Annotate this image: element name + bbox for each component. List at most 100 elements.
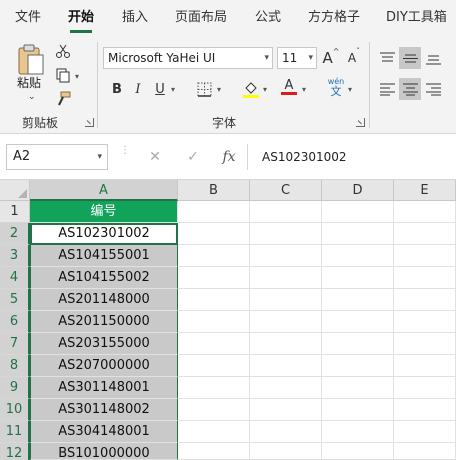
phonetic-dropdown-icon[interactable]: ▾ [348, 85, 352, 94]
table-cell[interactable]: BS101000000 [30, 443, 178, 460]
empty-cell[interactable] [394, 267, 456, 289]
empty-cell[interactable] [250, 289, 322, 311]
name-box[interactable]: A2 ▾ [6, 144, 108, 170]
row-header[interactable]: 6 [0, 311, 30, 333]
table-cell[interactable]: AS203155000 [30, 333, 178, 355]
table-cell[interactable]: AS104155002 [30, 267, 178, 289]
empty-cell[interactable] [394, 377, 456, 399]
phonetic-button[interactable]: wén 文 [325, 76, 347, 98]
empty-cell[interactable] [250, 355, 322, 377]
table-cell[interactable]: AS104155001 [30, 245, 178, 267]
borders-dropdown-icon[interactable]: ▾ [217, 85, 221, 94]
align-bottom-button[interactable] [422, 47, 444, 69]
row-header[interactable]: 12 [0, 443, 30, 460]
empty-cell[interactable] [394, 443, 456, 460]
borders-button[interactable] [193, 78, 215, 100]
tab-home[interactable]: 开始 [68, 0, 94, 36]
empty-cell[interactable] [394, 201, 456, 223]
empty-cell[interactable] [250, 399, 322, 421]
empty-cell[interactable] [394, 421, 456, 443]
column-header-b[interactable]: B [178, 180, 250, 201]
row-header[interactable]: 2 [0, 223, 30, 245]
cut-button[interactable] [52, 40, 74, 62]
row-header[interactable]: 9 [0, 377, 30, 399]
font-color-button[interactable]: A [278, 76, 300, 98]
table-cell[interactable]: AS301148002 [30, 399, 178, 421]
tab-insert[interactable]: 插入 [122, 0, 148, 36]
row-header[interactable]: 10 [0, 399, 30, 421]
empty-cell[interactable] [178, 245, 250, 267]
align-center-button[interactable] [399, 78, 421, 100]
table-cell[interactable]: AS201150000 [30, 311, 178, 333]
font-size-select[interactable]: 11 ▾ [277, 47, 317, 69]
row-header[interactable]: 11 [0, 421, 30, 443]
empty-cell[interactable] [322, 443, 394, 460]
italic-button[interactable]: I [127, 78, 149, 100]
empty-cell[interactable] [394, 311, 456, 333]
empty-cell[interactable] [394, 245, 456, 267]
align-right-button[interactable] [422, 78, 444, 100]
empty-cell[interactable] [178, 377, 250, 399]
column-header-a[interactable]: A [30, 180, 178, 201]
empty-cell[interactable] [250, 201, 322, 223]
column-header-e[interactable]: E [394, 180, 456, 201]
empty-cell[interactable] [178, 333, 250, 355]
cancel-entry-button[interactable]: ✕ [142, 144, 168, 170]
shrink-font-button[interactable]: Aˇ [343, 47, 365, 69]
column-header-c[interactable]: C [250, 180, 322, 201]
row-header[interactable]: 7 [0, 333, 30, 355]
empty-cell[interactable] [250, 267, 322, 289]
tab-diy-toolbox[interactable]: DIY工具箱 [386, 0, 447, 36]
empty-cell[interactable] [250, 443, 322, 460]
copy-dropdown-icon[interactable]: ▾ [75, 72, 79, 81]
empty-cell[interactable] [250, 377, 322, 399]
copy-button[interactable] [52, 64, 74, 86]
select-all-button[interactable] [0, 180, 30, 201]
formula-bar-grip-icon[interactable]: ⋮ [120, 146, 130, 156]
formula-input[interactable]: AS102301002 [262, 144, 347, 170]
table-cell[interactable]: AS301148001 [30, 377, 178, 399]
empty-cell[interactable] [322, 289, 394, 311]
tab-file[interactable]: 文件 [15, 0, 41, 36]
empty-cell[interactable] [250, 223, 322, 245]
tab-formulas[interactable]: 公式 [255, 0, 281, 36]
empty-cell[interactable] [394, 223, 456, 245]
tab-page-layout[interactable]: 页面布局 [175, 0, 227, 36]
active-cell[interactable]: AS102301002 [30, 223, 178, 245]
table-cell[interactable]: AS201148000 [30, 289, 178, 311]
underline-dropdown-icon[interactable]: ▾ [171, 85, 175, 94]
row-header[interactable]: 1 [0, 201, 30, 223]
empty-cell[interactable] [322, 355, 394, 377]
empty-cell[interactable] [178, 421, 250, 443]
fill-color-button[interactable] [240, 78, 262, 100]
row-header[interactable]: 5 [0, 289, 30, 311]
align-middle-button[interactable] [399, 47, 421, 69]
empty-cell[interactable] [178, 399, 250, 421]
empty-cell[interactable] [178, 289, 250, 311]
grow-font-button[interactable]: A ^ [320, 47, 342, 69]
empty-cell[interactable] [322, 267, 394, 289]
insert-function-button[interactable]: fx [216, 144, 242, 170]
empty-cell[interactable] [394, 333, 456, 355]
table-cell[interactable]: AS207000000 [30, 355, 178, 377]
clipboard-launcher-icon[interactable] [85, 118, 94, 127]
bold-button[interactable]: B [106, 78, 128, 100]
empty-cell[interactable] [394, 355, 456, 377]
empty-cell[interactable] [394, 399, 456, 421]
row-header[interactable]: 8 [0, 355, 30, 377]
empty-cell[interactable] [178, 355, 250, 377]
fill-color-dropdown-icon[interactable]: ▾ [263, 85, 267, 94]
empty-cell[interactable] [322, 223, 394, 245]
column-header-d[interactable]: D [322, 180, 394, 201]
row-header[interactable]: 3 [0, 245, 30, 267]
font-launcher-icon[interactable] [356, 118, 365, 127]
font-color-dropdown-icon[interactable]: ▾ [302, 85, 306, 94]
paste-label[interactable]: 粘贴 [17, 74, 41, 91]
empty-cell[interactable] [322, 399, 394, 421]
table-cell[interactable]: 编号 [30, 201, 178, 223]
empty-cell[interactable] [250, 311, 322, 333]
font-name-select[interactable]: Microsoft YaHei UI ▾ [103, 47, 273, 69]
empty-cell[interactable] [322, 333, 394, 355]
paste-dropdown-icon[interactable]: ⌄ [28, 92, 36, 102]
empty-cell[interactable] [394, 289, 456, 311]
